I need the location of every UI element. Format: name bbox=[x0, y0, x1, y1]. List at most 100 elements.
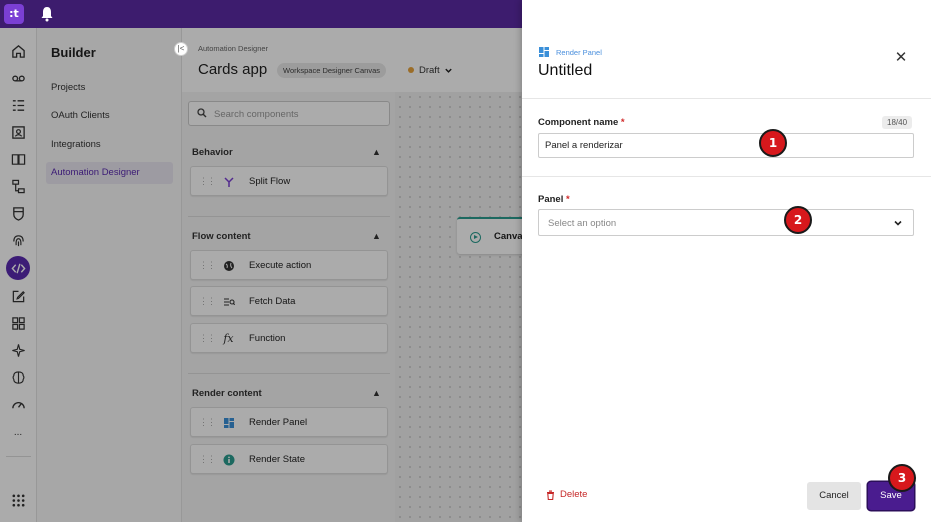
bell-icon[interactable] bbox=[40, 6, 54, 22]
render-panel-drawer: Render Panel Untitled ✕ Component name *… bbox=[522, 0, 931, 522]
component-fetch-data[interactable]: ⋮⋮ Fetch Data bbox=[190, 286, 388, 316]
group-render-content-header[interactable]: Render content bbox=[192, 388, 262, 399]
status-label: Draft bbox=[419, 65, 440, 76]
group-flow-content-header[interactable]: Flow content bbox=[192, 231, 251, 242]
drawer-subtitle: Render Panel bbox=[538, 46, 602, 58]
split-icon bbox=[222, 175, 235, 188]
delete-button[interactable]: Delete bbox=[546, 489, 587, 500]
trash-icon bbox=[547, 490, 554, 500]
required-mark: * bbox=[620, 117, 625, 128]
drag-handle-icon[interactable]: ⋮⋮ bbox=[199, 454, 216, 465]
rail-divider bbox=[6, 456, 31, 457]
panel-icon bbox=[539, 47, 549, 57]
search-components-box[interactable]: Search components bbox=[188, 101, 390, 126]
apps-grid-icon[interactable] bbox=[8, 313, 28, 333]
chevron-up-icon[interactable]: ▲ bbox=[372, 147, 381, 157]
component-palette: Search components Behavior ▲ ⋮⋮ Split Fl… bbox=[182, 92, 395, 522]
play-icon bbox=[470, 232, 481, 243]
code-icon[interactable] bbox=[6, 256, 30, 280]
drawer-divider bbox=[522, 98, 931, 99]
canvas-node[interactable]: Canva bbox=[457, 217, 522, 254]
search-input[interactable]: Search components bbox=[214, 109, 299, 120]
component-render-state[interactable]: ⋮⋮ Render State bbox=[190, 444, 388, 474]
fetch-data-icon bbox=[222, 295, 235, 308]
drawer-divider bbox=[522, 176, 931, 177]
component-function[interactable]: ⋮⋮ fx Function bbox=[190, 323, 388, 353]
designer-main: Automation Designer Cards app Workspace … bbox=[182, 28, 522, 522]
component-label: Execute action bbox=[249, 260, 312, 271]
canvas-node-label: Canva bbox=[494, 231, 522, 242]
shield-icon[interactable] bbox=[8, 203, 28, 223]
group-divider bbox=[188, 373, 390, 374]
more-icon[interactable]: ... bbox=[8, 422, 28, 442]
required-mark: * bbox=[566, 194, 570, 205]
flow-canvas[interactable]: Canva bbox=[395, 92, 522, 522]
app-logo[interactable]: :t bbox=[4, 4, 24, 24]
drag-handle-icon[interactable]: ⋮⋮ bbox=[199, 417, 216, 428]
search-icon bbox=[197, 108, 207, 118]
collapse-sidebar-icon[interactable]: |< bbox=[174, 42, 188, 56]
drag-handle-icon[interactable]: ⋮⋮ bbox=[199, 260, 216, 271]
component-label: Render State bbox=[249, 454, 305, 465]
panel-select[interactable]: Select an option bbox=[538, 209, 914, 236]
flow-icon[interactable] bbox=[8, 176, 28, 196]
edit-icon[interactable] bbox=[8, 286, 28, 306]
char-counter: 18/40 bbox=[882, 116, 913, 129]
sidebar-item-oauth-clients[interactable]: OAuth Clients bbox=[46, 105, 173, 127]
component-label: Fetch Data bbox=[249, 296, 296, 307]
voicemail-icon[interactable] bbox=[8, 68, 28, 88]
drag-handle-icon[interactable]: ⋮⋮ bbox=[199, 176, 216, 187]
gauge-icon[interactable] bbox=[8, 394, 28, 414]
cancel-button[interactable]: Cancel bbox=[807, 482, 861, 510]
step-marker-1: 1 bbox=[759, 129, 787, 157]
app-launcher-icon[interactable] bbox=[8, 490, 28, 510]
function-icon: fx bbox=[223, 332, 234, 345]
info-icon bbox=[222, 453, 235, 466]
breadcrumb[interactable]: Automation Designer bbox=[198, 44, 268, 53]
component-label: Render Panel bbox=[249, 417, 308, 428]
panel-label-text: Panel bbox=[538, 194, 564, 205]
group-divider bbox=[188, 216, 390, 217]
home-icon[interactable] bbox=[8, 41, 28, 61]
chevron-down-icon bbox=[894, 220, 902, 226]
component-label: Function bbox=[249, 333, 286, 344]
page-title: Cards app bbox=[198, 61, 268, 78]
sidebar-item-projects[interactable]: Projects bbox=[46, 77, 173, 99]
icon-rail: ... bbox=[0, 28, 37, 522]
group-behavior-header[interactable]: Behavior bbox=[192, 147, 233, 158]
component-label: Split Flow bbox=[249, 176, 291, 187]
book-icon[interactable] bbox=[8, 149, 28, 169]
contact-card-icon[interactable] bbox=[8, 122, 28, 142]
sparkle-icon[interactable] bbox=[8, 340, 28, 360]
chevron-up-icon[interactable]: ▲ bbox=[372, 388, 381, 398]
step-marker-2: 2 bbox=[784, 206, 812, 234]
status-dot bbox=[408, 67, 414, 74]
drag-handle-icon[interactable]: ⋮⋮ bbox=[199, 333, 216, 344]
component-name-label: Component name * bbox=[538, 117, 625, 128]
component-split-flow[interactable]: ⋮⋮ Split Flow bbox=[190, 166, 388, 196]
panel-select-placeholder: Select an option bbox=[548, 218, 617, 229]
panel-label: Panel * bbox=[538, 194, 570, 205]
globe-icon bbox=[222, 259, 235, 272]
drag-handle-icon[interactable]: ⋮⋮ bbox=[199, 296, 216, 307]
sidebar-title: Builder bbox=[51, 45, 96, 60]
sidebar-item-automation-designer[interactable]: Automation Designer bbox=[46, 162, 173, 184]
component-execute-action[interactable]: ⋮⋮ Execute action bbox=[190, 250, 388, 280]
list-icon[interactable] bbox=[8, 95, 28, 115]
delete-label: Delete bbox=[560, 489, 588, 500]
component-name-input[interactable] bbox=[538, 133, 914, 158]
component-render-panel[interactable]: ⋮⋮ Render Panel bbox=[190, 407, 388, 437]
chevron-down-icon bbox=[445, 68, 452, 73]
panel-icon bbox=[222, 416, 235, 429]
builder-sidebar: Builder |< Projects OAuth Clients Integr… bbox=[37, 28, 188, 522]
brain-icon[interactable] bbox=[8, 367, 28, 387]
drawer-title: Untitled bbox=[538, 62, 593, 79]
workspace-tag: Workspace Designer Canvas bbox=[277, 63, 386, 78]
chevron-up-icon[interactable]: ▲ bbox=[372, 231, 381, 241]
component-name-label-text: Component name bbox=[538, 117, 619, 128]
status-dropdown[interactable]: Draft bbox=[408, 65, 453, 76]
close-icon[interactable]: ✕ bbox=[894, 50, 908, 65]
fingerprint-icon[interactable] bbox=[8, 230, 28, 250]
sidebar-item-integrations[interactable]: Integrations bbox=[46, 134, 173, 156]
drawer-subtitle-text: Render Panel bbox=[556, 47, 602, 57]
